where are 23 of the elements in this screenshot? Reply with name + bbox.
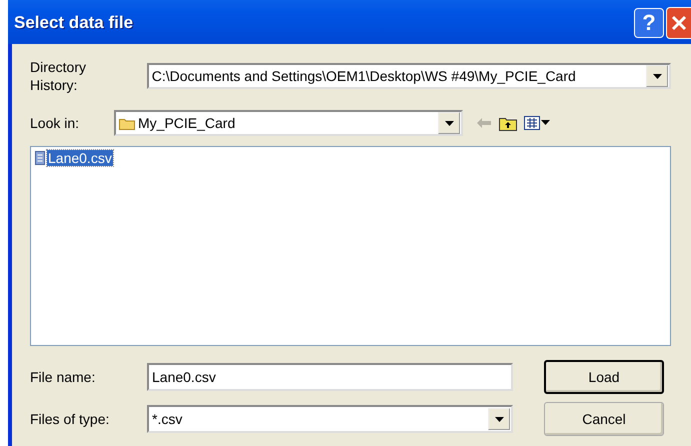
field-label: File name: <box>30 369 96 385</box>
load-button[interactable]: Load <box>544 360 664 394</box>
directory-history-dropdown[interactable]: C:\Documents and Settings\OEM1\Desktop\WS #49\My_PCIE_Card <box>146 63 671 89</box>
dropdown-arrow-icon <box>494 416 504 422</box>
view-menu-icon[interactable] <box>524 116 550 130</box>
close-icon <box>670 14 688 32</box>
file-item[interactable]: Lane0.csv <box>47 150 113 166</box>
close-button[interactable] <box>666 7 691 39</box>
cancel-button[interactable]: Cancel <box>544 402 664 436</box>
field-label: Files of type: <box>30 411 110 427</box>
window-title: Select data file <box>14 13 134 33</box>
up-folder-icon[interactable] <box>499 116 517 130</box>
file-name-field[interactable]: Lane0.csv <box>147 363 513 391</box>
file-icon <box>35 151 45 165</box>
field-label: Look in: <box>30 115 80 131</box>
look-in-dropdown[interactable]: My_PCIE_Card <box>114 110 463 136</box>
help-button[interactable]: ? <box>634 8 664 38</box>
dropdown-arrow-icon <box>444 120 454 126</box>
dropdown-arrow-icon <box>652 74 662 78</box>
folder-icon <box>119 116 135 130</box>
field-label: Directory <box>30 58 88 76</box>
field-label: History: <box>30 76 78 94</box>
file-type-dropdown[interactable]: *.csv <box>147 405 513 433</box>
